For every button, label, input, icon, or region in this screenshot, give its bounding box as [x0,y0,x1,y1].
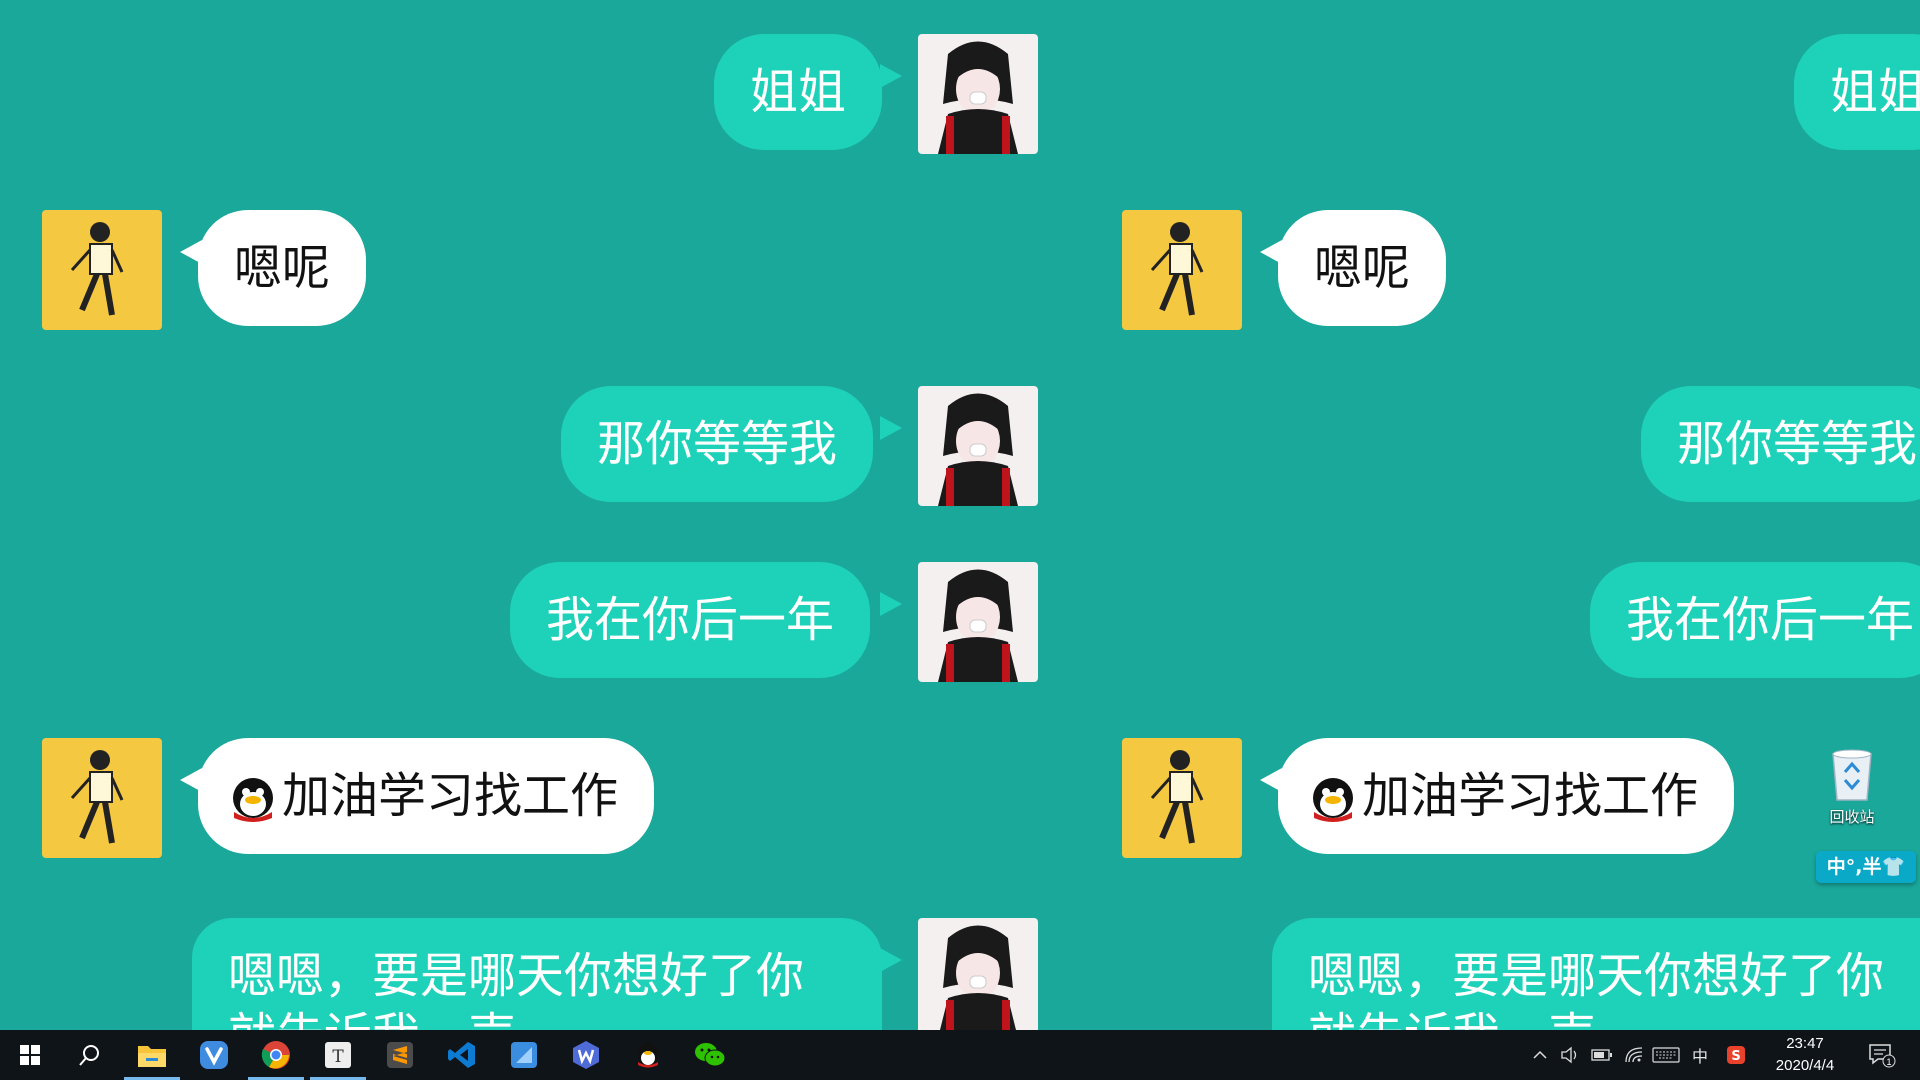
taskbar-sublime-text[interactable] [370,1030,430,1080]
anime-avatar-image [918,918,1038,1030]
taskbar-qq[interactable] [618,1030,678,1080]
ime-mode-text: 中 [1692,1047,1709,1066]
chat-bubble-received: 加油学习找工作 [1278,738,1735,854]
avatar-sender[interactable] [918,918,1038,1030]
action-center-button[interactable]: 1 [1868,1030,1896,1080]
battery-icon [1591,1049,1612,1061]
taskbar-app[interactable] [494,1030,554,1080]
chat-bubble-sent: 姐姐 [1794,34,1920,150]
taskbar-wps[interactable] [556,1030,616,1080]
chat-pane-left: 姐姐 嗯呢 那你等等我 我在你后一年 加油学习找工作 嗯嗯，要是哪天你想好了你 [0,0,1080,1030]
taskbar-typora[interactable]: T [308,1030,368,1080]
chat-pane-right: 姐姐 嗯呢 那你等等我 我在你后一年 加油学习找工作 嗯嗯，要是哪天你想好了你 [1080,0,1920,1030]
bubble-tail [880,592,902,616]
chat-bubble-sent: 我在你后一年 [1590,562,1920,678]
notification-icon: 1 [1869,1044,1896,1068]
tray-sogou[interactable]: S [1726,1030,1746,1080]
chat-bubble-received: 加油学习找工作 [198,738,655,854]
recycle-bin-label: 回收站 [1829,809,1875,826]
search-button[interactable] [60,1030,120,1080]
chat-bubble-sent: 那你等等我 [1641,386,1920,502]
recycle-bin-icon [1832,749,1872,801]
chrome-icon [261,1041,290,1069]
qq-penguin-emoji [233,778,273,822]
chat-bubble-sent: 嗯嗯，要是哪天你想好了你就告诉我一声 [1272,918,1920,1030]
avatar-sender[interactable] [918,34,1038,154]
blue-app-icon [511,1042,537,1068]
tray-volume[interactable] [1560,1030,1580,1080]
anime-avatar-image [918,562,1038,682]
bubble-tail [880,64,902,88]
avatar-receiver[interactable] [42,210,162,330]
clock-time: 23:47 [1786,1035,1824,1052]
avatar-receiver[interactable] [1122,738,1242,858]
tray-battery[interactable] [1591,1030,1613,1080]
qq-icon [638,1042,658,1068]
cartoon-avatar-image [1122,210,1242,330]
taskbar-vivaldi[interactable] [184,1030,244,1080]
start-button[interactable] [0,1030,60,1080]
wechat-icon [695,1043,726,1067]
taskbar-chrome[interactable] [246,1030,306,1080]
chat-bubble-sent: 我在你后一年 [510,562,871,678]
svg-text:1: 1 [1886,1057,1891,1067]
cartoon-avatar-image [42,738,162,858]
start-icon [20,1045,40,1065]
chat-bubble-sent: 那你等等我 [561,386,874,502]
anime-avatar-image [918,386,1038,506]
desktop: 姐姐 嗯呢 那你等等我 我在你后一年 加油学习找工作 嗯嗯，要是哪天你想好了你 … [0,0,1920,1030]
sogou-input-icon: S [1727,1046,1745,1064]
taskbar-wechat[interactable] [680,1030,740,1080]
search-icon [79,1045,99,1066]
taskbar: T 中 S 23:47 2020/4/4 1 [0,1030,1920,1080]
taskbar-file-explorer[interactable] [122,1030,182,1080]
cartoon-avatar-image [1122,738,1242,858]
tray-touch-keyboard[interactable] [1652,1030,1680,1080]
bubble-text: 加油学习找工作 [1362,768,1699,824]
tray-ime-indicator[interactable]: 中 [1692,1030,1708,1080]
wifi-icon [1625,1047,1643,1063]
taskbar-clock[interactable]: 23:47 2020/4/4 [1760,1030,1850,1080]
typora-icon: T [325,1042,351,1068]
keyboard-icon [1652,1047,1680,1063]
clock-date: 2020/4/4 [1775,1057,1835,1074]
tray-network[interactable] [1624,1030,1644,1080]
taskbar-vscode[interactable] [432,1030,492,1080]
file-explorer-icon [138,1046,166,1067]
volume-icon [1561,1046,1577,1064]
sublime-text-icon [387,1042,413,1068]
qq-penguin-emoji [1313,778,1353,822]
vivaldi-icon [200,1041,228,1069]
bubble-tail [880,948,902,972]
ime-status-bar[interactable]: 中°,半👕 [1816,851,1916,883]
chat-bubble-sent: 嗯嗯，要是哪天你想好了你就告诉我一声 [192,918,882,1030]
bubble-tail [880,416,902,440]
chat-bubble-received: 嗯呢 [1278,210,1447,326]
chevron-up-icon [1533,1050,1547,1059]
svg-text:S: S [1731,1049,1740,1064]
avatar-sender[interactable] [918,562,1038,682]
anime-avatar-image [918,34,1038,154]
chat-bubble-sent: 姐姐 [714,34,883,150]
vscode-icon [448,1042,475,1068]
avatar-receiver[interactable] [42,738,162,858]
recycle-bin[interactable]: 回收站 [1814,746,1890,830]
avatar-sender[interactable] [918,386,1038,506]
cartoon-avatar-image [42,210,162,330]
wps-writer-icon [573,1041,599,1069]
bubble-text: 加油学习找工作 [282,768,619,824]
tray-overflow-button[interactable] [1532,1030,1548,1080]
avatar-receiver[interactable] [1122,210,1242,330]
chat-bubble-received: 嗯呢 [198,210,367,326]
svg-text:T: T [332,1047,344,1067]
